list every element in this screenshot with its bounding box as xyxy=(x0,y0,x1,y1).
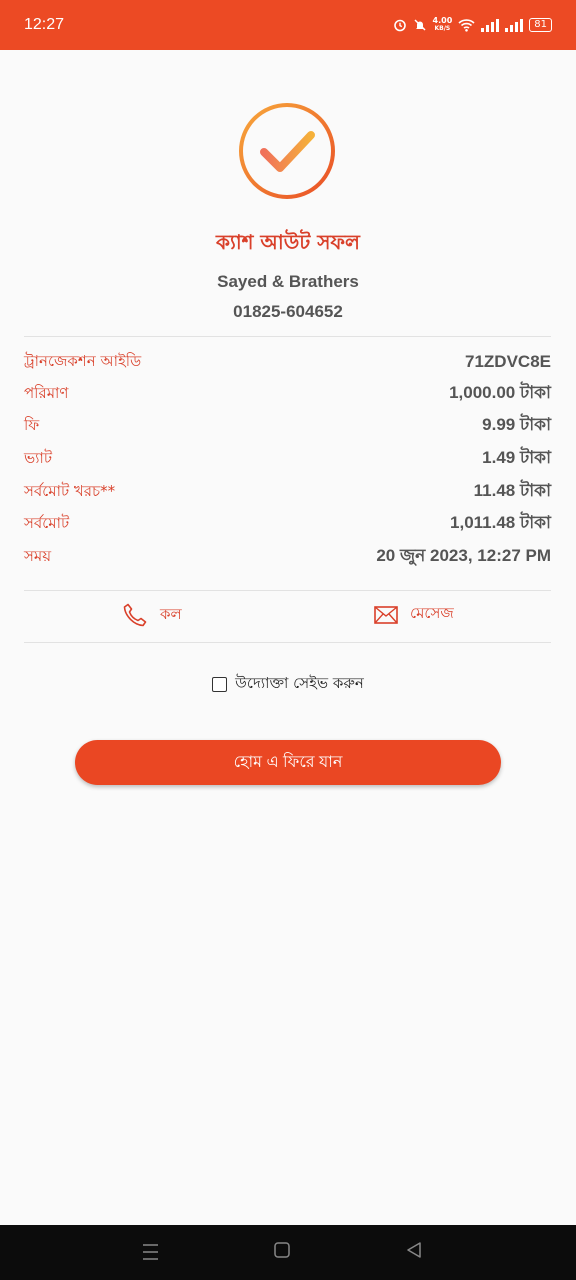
back-icon[interactable] xyxy=(406,1242,422,1258)
divider xyxy=(24,336,551,337)
status-bar: 12:27 4.00 KB/S 81 xyxy=(0,0,576,50)
signal-icon-2 xyxy=(505,18,524,32)
signal-icon-1 xyxy=(481,18,500,32)
detail-value: 9.99 টাকা xyxy=(482,415,551,434)
detail-label: সর্বমোট xyxy=(24,513,70,532)
merchant-name: Sayed & Brathers xyxy=(217,272,359,291)
detail-row-vat: ভ্যাট 1.49 টাকা xyxy=(24,445,551,473)
network-speed-value: 4.00 xyxy=(432,16,453,25)
detail-label: সর্বমোট খরচ** xyxy=(24,481,116,500)
detail-row-fee: ফি 9.99 টাকা xyxy=(24,412,551,440)
detail-label: ভ্যাট xyxy=(24,448,53,467)
back-to-home-button[interactable]: হোম এ ফিরে যান xyxy=(75,740,501,785)
detail-value: 1,011.48 টাকা xyxy=(450,513,551,532)
network-speed-unit: KB/S xyxy=(434,25,451,32)
merchant-phone: 01825-604652 xyxy=(233,302,343,321)
detail-label: ট্রানজেকশন আইডি xyxy=(24,351,142,370)
status-time: 12:27 xyxy=(24,16,65,33)
wifi-icon xyxy=(458,18,475,32)
detail-value: 1.49 টাকা xyxy=(482,448,551,467)
detail-row-total-cost: সর্বমোট খরচ** 11.48 টাকা xyxy=(24,478,551,506)
divider xyxy=(24,642,551,643)
call-label: কল xyxy=(160,604,182,623)
detail-row-time: সময় 20 জুন 2023, 12:27 PM xyxy=(24,543,551,571)
detail-value: 1,000.00 টাকা xyxy=(449,383,551,402)
detail-label: পরিমাণ xyxy=(24,383,69,402)
message-label: মেসেজ xyxy=(410,604,454,622)
save-merchant-checkbox[interactable] xyxy=(212,677,228,692)
result-title: ক্যাশ আউট সফল xyxy=(216,230,360,254)
home-icon[interactable] xyxy=(274,1242,290,1258)
detail-value: 71ZDVC8E xyxy=(465,352,551,371)
mute-icon xyxy=(413,18,427,32)
detail-value: 20 জুন 2023, 12:27 PM xyxy=(376,546,551,565)
navigation-bar xyxy=(0,1225,576,1280)
envelope-icon xyxy=(374,605,398,624)
detail-row-amount: পরিমাণ 1,000.00 টাকা xyxy=(24,380,551,408)
message-button[interactable]: মেসেজ xyxy=(374,602,454,627)
phone-icon xyxy=(123,603,147,627)
check-circle-icon xyxy=(239,103,335,199)
save-merchant-row[interactable]: উদ্যোক্তা সেইভ করুন xyxy=(0,672,576,697)
detail-row-total: সর্বমোট 1,011.48 টাকা xyxy=(24,510,551,538)
detail-value: 11.48 টাকা xyxy=(473,481,551,500)
call-button[interactable]: কল xyxy=(122,602,182,628)
detail-label: সময় xyxy=(24,546,52,565)
status-icons: 4.00 KB/S 81 xyxy=(393,17,552,33)
detail-label: ফি xyxy=(24,415,40,434)
network-speed: 4.00 KB/S xyxy=(433,17,453,33)
recent-apps-icon[interactable] xyxy=(143,1242,158,1262)
detail-row-transaction-id: ট্রানজেকশন আইডি 71ZDVC8E xyxy=(24,348,551,376)
alarm-icon xyxy=(393,18,407,32)
save-merchant-label: উদ্যোক্তা সেইভ করুন xyxy=(235,674,364,692)
divider xyxy=(24,590,551,591)
battery-indicator: 81 xyxy=(529,18,552,32)
